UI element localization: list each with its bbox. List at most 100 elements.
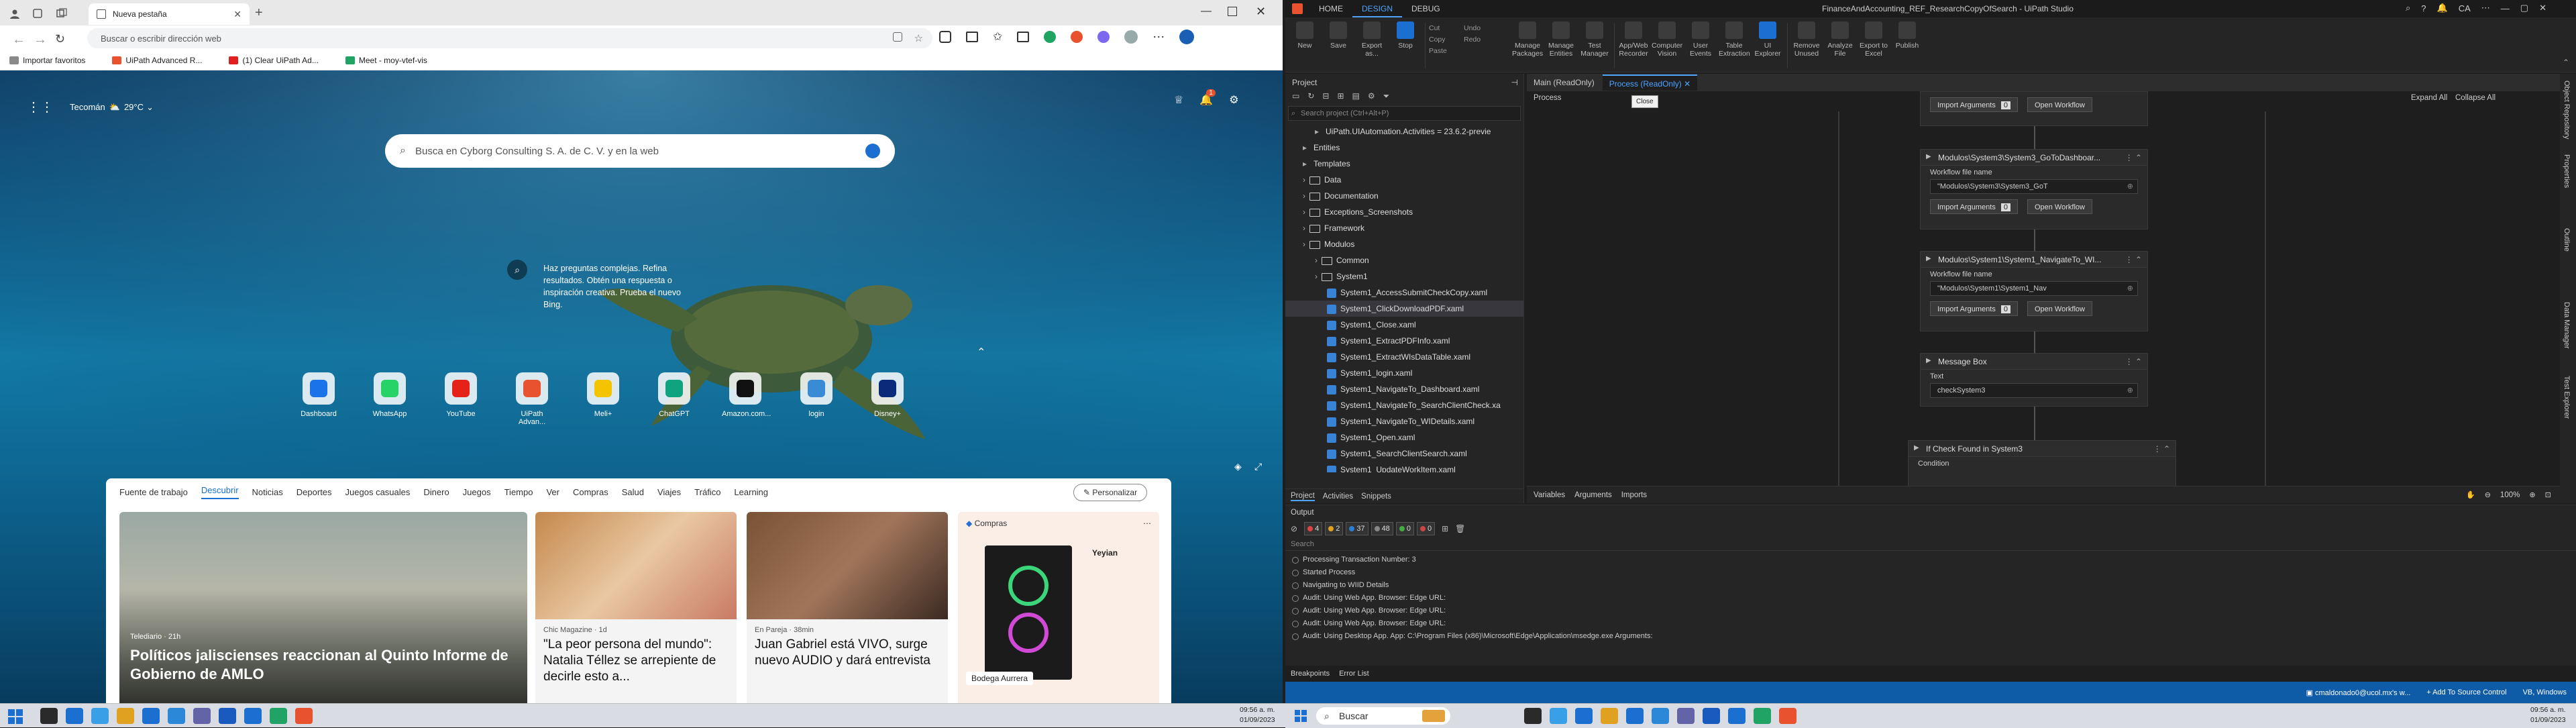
quick-link-tile[interactable]: UiPath Advan...: [508, 372, 555, 426]
more-options-icon[interactable]: ⋯: [1143, 519, 1151, 528]
taskbar-word-icon[interactable]: [219, 708, 236, 724]
quick-link-tile[interactable]: ChatGPT: [651, 372, 698, 418]
doc-tab-main[interactable]: Main (ReadOnly): [1527, 74, 1601, 91]
tree-item[interactable]: › Common: [1285, 252, 1523, 268]
ribbon-button[interactable]: Stop: [1390, 21, 1421, 50]
taskbar-file-explorer-icon[interactable]: [117, 708, 134, 724]
bing-copilot-icon[interactable]: [1179, 30, 1195, 44]
taskbar-teams-icon[interactable]: [193, 708, 211, 724]
tree-item[interactable]: System1_SearchClientSearch.xaml: [1285, 446, 1523, 462]
right-sidebar-tab[interactable]: Object Repository: [2563, 81, 2571, 139]
tree-item[interactable]: System1_AccessSubmitCheckCopy.xaml: [1285, 284, 1523, 301]
background-info-icon[interactable]: ◈: [1234, 461, 1242, 472]
breadcrumb[interactable]: Process: [1534, 94, 1562, 102]
taskbar-clock-left[interactable]: 09:56 a. m. 01/09/2023: [1240, 705, 1275, 725]
tree-item[interactable]: System1_NavigateTo_SearchClientCheck.xa: [1285, 397, 1523, 413]
taskbar-outlook-icon[interactable]: [1652, 708, 1669, 724]
maximize-button[interactable]: ▢: [2520, 3, 2528, 13]
taskbar-uipath-studio-icon[interactable]: [244, 708, 262, 724]
close-tab-icon[interactable]: ✕: [1684, 79, 1690, 89]
minimize-button[interactable]: —: [1201, 5, 1212, 17]
quick-link-tile[interactable]: Meli+: [580, 372, 627, 418]
sidebar-toggle-icon[interactable]: [1017, 32, 1030, 42]
tree-item[interactable]: System1_Open.xaml: [1285, 429, 1523, 446]
tab-actions-icon[interactable]: [56, 8, 67, 19]
taskbar-edge-icon[interactable]: [91, 708, 109, 724]
right-sidebar-tab[interactable]: Test Explorer: [2563, 376, 2571, 419]
right-sidebar-tab[interactable]: Data Manager: [2563, 302, 2571, 349]
activity-card[interactable]: Message Box ⋮ ⌃ ▶ Text checkSystem3 ⊕: [1920, 353, 2148, 407]
expand-chevron-icon[interactable]: ›: [1303, 220, 1309, 236]
ribbon-button[interactable]: Export to Excel: [1858, 21, 1889, 58]
edit-command-undo[interactable]: Undo: [1464, 23, 1481, 34]
feed-nav-item[interactable]: Ver: [546, 487, 559, 497]
news-card-main[interactable]: Telediario · 21h Políticos jaliscienses …: [119, 512, 527, 703]
forward-icon[interactable]: →: [34, 32, 47, 48]
favorites-icon[interactable]: ✩: [993, 30, 1002, 44]
menu-tab-home[interactable]: HOME: [1309, 0, 1352, 17]
feed-nav-item[interactable]: Viajes: [657, 487, 681, 497]
quick-link-tile[interactable]: Dashboard: [295, 372, 342, 418]
activity-header[interactable]: Modulos\System1\System1_NavigateTo_WI...…: [1921, 252, 2147, 268]
extension-icon[interactable]: [1044, 31, 1057, 43]
tree-item[interactable]: System1_ClickDownloadPDF.xaml: [1285, 301, 1523, 317]
expand-chevron-icon[interactable]: ›: [1303, 172, 1309, 188]
zoom-in-icon[interactable]: ⊕: [2529, 490, 2535, 499]
shopping-card[interactable]: ◆ Compras ⋯ Yeyian Bodega Aurrera: [958, 512, 1159, 703]
timestamp-toggle-icon[interactable]: ⊞: [1442, 524, 1448, 533]
output-filter-toggle[interactable]: 37: [1346, 522, 1368, 535]
expand-chevron-icon[interactable]: ›: [1303, 236, 1309, 252]
property-input[interactable]: "Modulos\System1\System1_Nav ⊕: [1930, 281, 2138, 296]
tab-project[interactable]: Project: [1291, 492, 1315, 501]
tree-item[interactable]: › Framework: [1285, 220, 1523, 236]
close-window-button[interactable]: ✕: [1256, 5, 1266, 19]
rewards-icon[interactable]: ♕: [1174, 93, 1183, 107]
news-card-3[interactable]: En Pareja · 38min Juan Gabriel está VIVO…: [747, 512, 948, 703]
property-input[interactable]: checkSystem3 ⊕: [1930, 383, 2138, 398]
taskbar-search-icon[interactable]: [40, 708, 58, 724]
page-settings-icon[interactable]: ⚙: [1229, 93, 1238, 107]
refresh-icon[interactable]: ↻: [1307, 91, 1314, 106]
taskbar-edge-icon[interactable]: [1575, 708, 1593, 724]
quick-link-tile[interactable]: YouTube: [437, 372, 484, 418]
tree-item[interactable]: ▸ Templates: [1285, 156, 1523, 172]
notifications-icon[interactable]: 🔔 1: [1199, 89, 1216, 107]
ribbon-button[interactable]: New: [1289, 21, 1320, 50]
tree-item[interactable]: ▸ Entities: [1285, 140, 1523, 156]
tree-item[interactable]: › Modulos: [1285, 236, 1523, 252]
tree-item[interactable]: › System1: [1285, 268, 1523, 284]
favorite-uipath[interactable]: UiPath Advanced R...: [112, 56, 202, 65]
ribbon-button[interactable]: Export as...: [1356, 21, 1387, 58]
taskbar-uipath-assistant-icon[interactable]: [295, 708, 313, 724]
feed-nav-item[interactable]: Deportes: [297, 487, 332, 497]
add-to-source-control[interactable]: + Add To Source Control: [2426, 688, 2506, 696]
workspaces-icon[interactable]: [32, 8, 43, 19]
expression-editor-icon[interactable]: ⊕: [2127, 180, 2133, 193]
ribbon-button[interactable]: Publish: [1892, 21, 1923, 50]
web-search-box[interactable]: ⌕ Busca en Cyborg Consulting S. A. de C.…: [385, 134, 895, 168]
output-filter-toggle[interactable]: 2: [1325, 522, 1344, 535]
property-input[interactable]: "Modulos\System3\System3_GoT ⊕: [1930, 179, 2138, 194]
import-arguments-button[interactable]: Import Arguments 0: [1930, 199, 2018, 214]
output-filter-toggle[interactable]: 0: [1395, 522, 1414, 535]
tree-item[interactable]: › Data: [1285, 172, 1523, 188]
edit-command-redo[interactable]: Redo: [1464, 34, 1481, 45]
news-card-2[interactable]: Chic Magazine · 1d "La peor persona del …: [535, 512, 737, 703]
collapse-ribbon-icon[interactable]: ⌃: [2563, 58, 2569, 67]
doc-tab-process[interactable]: Process (ReadOnly) ✕: [1602, 74, 1698, 91]
tree-item[interactable]: System1_NavigateTo_Dashboard.xaml: [1285, 381, 1523, 397]
taskbar-excel-icon[interactable]: [1754, 708, 1771, 724]
zoom-level[interactable]: 100%: [2500, 491, 2520, 499]
tree-item[interactable]: System1_UpdateWorkItem.xaml: [1285, 462, 1523, 472]
extension-puzzle-icon[interactable]: [1097, 31, 1110, 43]
status-orchestrator[interactable]: ▣ cmaldonado0@ucol.mx's w...: [2306, 688, 2410, 697]
taskbar-task-view-icon[interactable]: [66, 708, 83, 724]
tree-item[interactable]: System1_login.xaml: [1285, 365, 1523, 381]
expression-editor-icon[interactable]: ⊕: [2127, 282, 2133, 295]
clear-filter-icon[interactable]: ⊘: [1291, 524, 1297, 533]
chevron-down-icon[interactable]: ⌄: [146, 102, 154, 113]
expression-editor-icon[interactable]: ⊕: [2127, 384, 2133, 397]
hand-tool-icon[interactable]: ✋: [2466, 490, 2475, 499]
taskbar-store-icon[interactable]: [142, 708, 160, 724]
output-filter-toggle[interactable]: 48: [1371, 522, 1393, 535]
